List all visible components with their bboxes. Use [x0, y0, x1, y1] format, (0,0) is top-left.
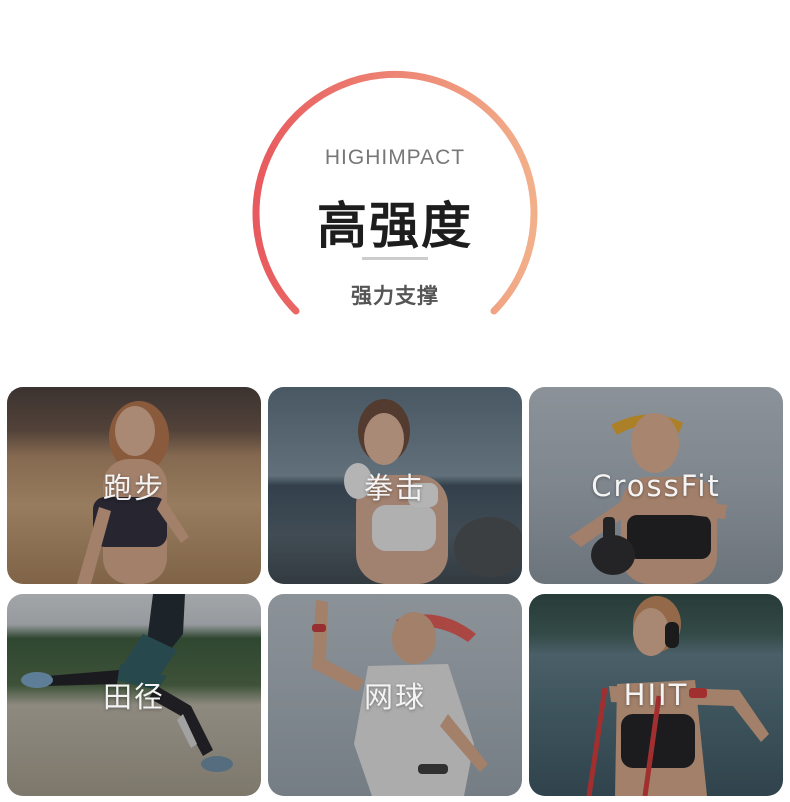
- tile-label: 跑步: [102, 470, 165, 505]
- tile-label: CrossFit: [591, 468, 721, 503]
- tile-label: 田径: [102, 680, 165, 714]
- category-tile-boxing[interactable]: 拳击: [268, 387, 522, 584]
- category-grid: 跑步 拳击 CrossFit 田径 网球 HIIT: [0, 0, 790, 802]
- tile-label: HIIT: [623, 678, 689, 712]
- category-tile-running[interactable]: 跑步: [7, 387, 261, 584]
- category-tile-crossfit[interactable]: CrossFit: [529, 387, 783, 584]
- tile-label: 网球: [363, 680, 426, 714]
- tile-label: 拳击: [363, 470, 426, 505]
- category-tile-track[interactable]: 田径: [7, 594, 261, 796]
- category-tile-hiit[interactable]: HIIT: [529, 594, 783, 796]
- category-tile-tennis[interactable]: 网球: [268, 594, 522, 796]
